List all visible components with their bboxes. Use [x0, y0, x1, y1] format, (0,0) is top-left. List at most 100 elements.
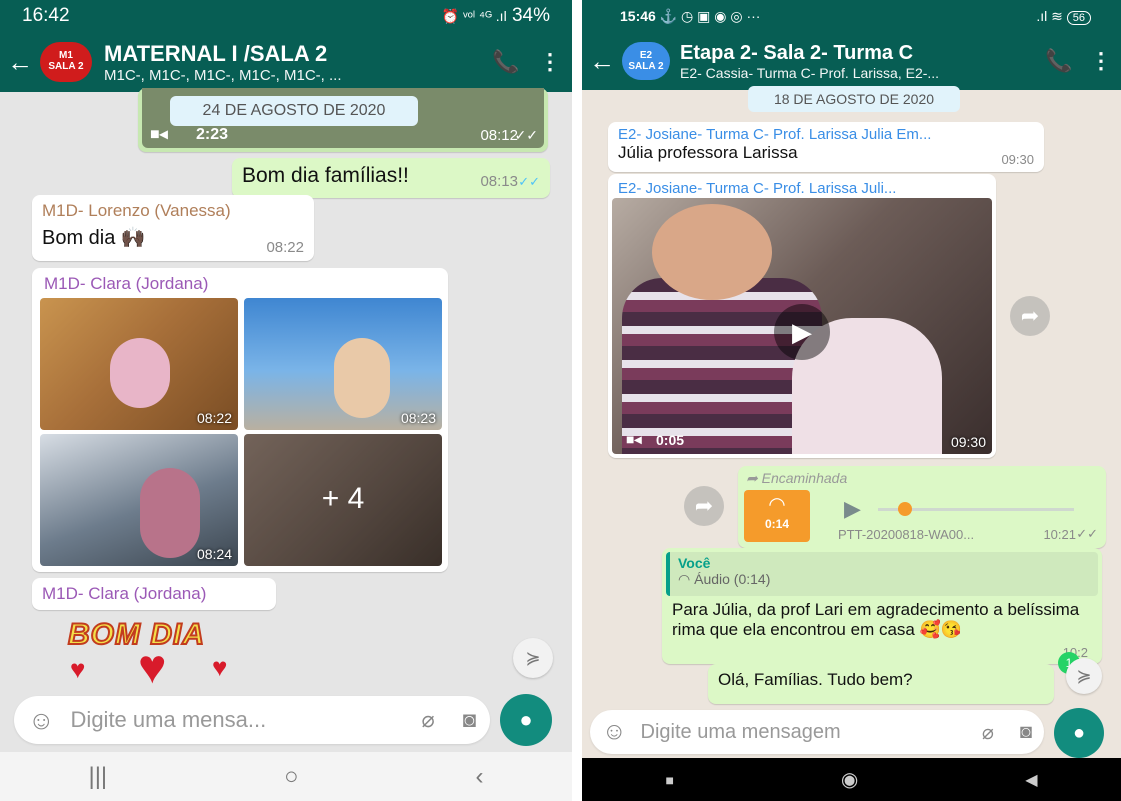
video-camera-icon: ■◂ — [150, 126, 168, 143]
incoming-message[interactable]: M1D- Clara (Jordana) — [32, 578, 276, 610]
home-icon[interactable]: ○ — [284, 763, 299, 791]
message-input-bar[interactable]: ☺ Digite uma mensagem ⌀ ◙ — [590, 710, 1044, 754]
avatar-label-top: M1 — [59, 50, 73, 61]
scroll-down-icon[interactable]: ≽ — [1066, 658, 1102, 694]
recents-icon[interactable]: ■ — [665, 772, 673, 788]
message-input[interactable]: Digite uma mensagem — [641, 721, 982, 744]
message-text: Bom dia 🙌🏿 — [42, 227, 146, 249]
play-icon[interactable]: ▶ — [844, 496, 861, 522]
headphones-icon: ◠ — [678, 571, 691, 587]
more-options-icon[interactable]: ⋮ — [528, 49, 572, 75]
system-nav-bar: ■ ◉ ◀ — [582, 758, 1121, 801]
message-time: 09:30 — [1001, 152, 1034, 167]
video-message[interactable]: E2- Josiane- Turma C- Prof. Larissa Juli… — [608, 174, 996, 458]
emoji-icon[interactable]: ☺ — [28, 705, 55, 736]
heart-icon: ♥ — [70, 654, 86, 684]
back-arrow-icon[interactable]: ← — [0, 47, 40, 78]
forwarded-audio-message[interactable]: ➦ Encaminhada ◠ 0:14 ▶ PTT-20200818-WA00… — [738, 466, 1106, 548]
album-photo[interactable]: 08:22 — [40, 298, 238, 430]
video-camera-icon: ■◂ — [626, 431, 642, 447]
audio-filename: PTT-20200818-WA00... — [838, 527, 975, 542]
chat-title: MATERNAL I /SALA 2 — [104, 40, 328, 66]
video-duration: 2:23 — [196, 126, 229, 143]
incoming-message[interactable]: E2- Josiane- Turma C- Prof. Larissa Juli… — [608, 122, 1044, 172]
recents-icon[interactable]: ||| — [88, 763, 107, 791]
photo-time: 08:22 — [196, 410, 232, 426]
system-nav-bar: ||| ○ ‹ — [0, 752, 572, 801]
add-call-icon[interactable]: 📞 — [1037, 48, 1081, 74]
chat-title-area[interactable]: MATERNAL I /SALA 2 M1C-, M1C-, M1C-, M1C… — [104, 41, 484, 84]
album-photo[interactable]: 08:24 — [40, 434, 238, 566]
quoted-sender: Você — [678, 555, 711, 571]
sticker-message[interactable]: BOM DIA ♥ ♥ ♥ — [62, 616, 248, 694]
battery-level: 34% — [511, 5, 550, 26]
back-icon[interactable]: ‹ — [476, 763, 484, 791]
video-time: 09:30 — [950, 434, 986, 450]
read-check-icon: ✓✓ — [1076, 526, 1098, 541]
status-bar: 16:42 ⏰ ᵛᵒˡ ⁴ᴳ .ıl 34% — [0, 0, 572, 32]
avatar-label-bottom: SALA 2 — [48, 61, 84, 72]
status-bar: 15:46 ⚓ ◷ ▣ ◉ ◎ ··· .ıl ≋ 56 — [582, 0, 1121, 32]
attach-icon[interactable]: ⌀ — [982, 720, 994, 745]
video-message[interactable]: 24 DE AGOSTO DE 2020 ■◂ 2:23 08:12 ✓✓ — [138, 88, 548, 152]
mic-button[interactable]: ● — [500, 694, 552, 746]
forward-icon[interactable]: ➦ — [1010, 296, 1050, 336]
quoted-message[interactable]: Você ◠ Áudio (0:14) — [666, 552, 1098, 596]
message-time: 10:21 — [1043, 527, 1076, 542]
message-text: Júlia professora Larissa — [618, 143, 798, 162]
status-icons: ⏰ ᵛᵒˡ ⁴ᴳ .ıl — [441, 8, 507, 24]
message-input-bar[interactable]: ☺ Digite uma mensa... ⌀ ◙ — [14, 696, 490, 744]
group-avatar[interactable]: E2 SALA 2 — [622, 42, 670, 80]
camera-icon[interactable]: ◙ — [1020, 721, 1032, 744]
photo-time: 08:24 — [196, 546, 232, 562]
avatar-label-top: E2 — [639, 50, 653, 61]
emoji-icon[interactable]: ☺ — [602, 718, 627, 746]
more-photos-count: + 4 — [321, 482, 365, 515]
scroll-down-icon[interactable]: ≽ — [513, 638, 553, 678]
photo-album-message[interactable]: M1D- Clara (Jordana) 08:22 08:23 08:24 +… — [32, 268, 448, 572]
message-input[interactable]: Digite uma mensa... — [71, 707, 422, 733]
attach-icon[interactable]: ⌀ — [421, 707, 434, 733]
forward-icon[interactable]: ➦ — [684, 486, 724, 526]
chat-title-area[interactable]: Etapa 2- Sala 2- Turma C E2- Cassia- Tur… — [680, 42, 1037, 81]
video-thumbnail[interactable]: ▶ ■◂ 0:05 09:30 — [612, 198, 992, 454]
group-avatar[interactable]: M1 SALA 2 — [40, 42, 92, 82]
incoming-message[interactable]: M1D- Lorenzo (Vanessa) Bom dia 🙌🏿 08:22 — [32, 195, 314, 261]
date-separator: 18 DE AGOSTO DE 2020 — [748, 86, 960, 112]
outgoing-message[interactable]: Olá, Famílias. Tudo bem? — [708, 664, 1054, 704]
outgoing-message[interactable]: Bom dia famílias!! 08:13 ✓✓ — [232, 158, 550, 198]
audio-progress-thumb[interactable] — [898, 502, 912, 516]
photo-time: 08:23 — [400, 410, 436, 426]
add-call-icon[interactable]: 📞 — [484, 49, 528, 75]
status-icons: ⚓ ◷ ▣ ◉ ◎ ··· — [659, 7, 761, 24]
message-text: Olá, Famílias. Tudo bem? — [718, 670, 913, 689]
album-more-photos[interactable]: + 4 — [244, 434, 442, 566]
chat-participants: M1C-, M1C-, M1C-, M1C-, M1C-, ... — [104, 66, 342, 84]
more-options-icon[interactable]: ⋮ — [1081, 48, 1121, 74]
camera-icon[interactable]: ◙ — [463, 707, 476, 733]
message-sender: E2- Josiane- Turma C- Prof. Larissa Juli… — [618, 126, 932, 143]
message-text: Bom dia famílias!! — [242, 164, 409, 187]
back-icon[interactable]: ◀ — [1025, 770, 1037, 790]
play-icon[interactable]: ▶ — [774, 304, 830, 360]
message-time: 08:22 — [266, 239, 304, 256]
audio-duration: 0:14 — [764, 517, 790, 531]
battery-level: 56 — [1066, 10, 1091, 25]
home-icon[interactable]: ◉ — [841, 767, 858, 792]
quoted-text: ◠ Áudio (0:14) — [678, 571, 771, 587]
album-photo[interactable]: 08:23 — [244, 298, 442, 430]
right-phone-screen: 15:46 ⚓ ◷ ▣ ◉ ◎ ··· .ıl ≋ 56 ← E2 SALA 2… — [582, 0, 1121, 801]
chat-header: ← E2 SALA 2 Etapa 2- Sala 2- Turma C E2-… — [582, 32, 1121, 90]
message-time: 08:13 — [480, 173, 518, 190]
message-sender: M1D- Clara (Jordana) — [44, 274, 209, 293]
message-sender: E2- Josiane- Turma C- Prof. Larissa Juli… — [618, 180, 897, 197]
reply-message[interactable]: Você ◠ Áudio (0:14) Para Júlia, da prof … — [662, 548, 1102, 664]
sticker-text: BOM DIA — [67, 617, 205, 652]
back-arrow-icon[interactable]: ← — [582, 46, 622, 77]
heart-icon: ♥ — [138, 641, 167, 694]
audio-avatar: ◠ 0:14 — [744, 490, 810, 542]
video-time: 08:12 — [480, 127, 518, 144]
status-time: 16:42 — [22, 5, 70, 26]
mic-button[interactable]: ● — [1054, 708, 1104, 758]
date-separator: 24 DE AGOSTO DE 2020 — [170, 96, 418, 126]
